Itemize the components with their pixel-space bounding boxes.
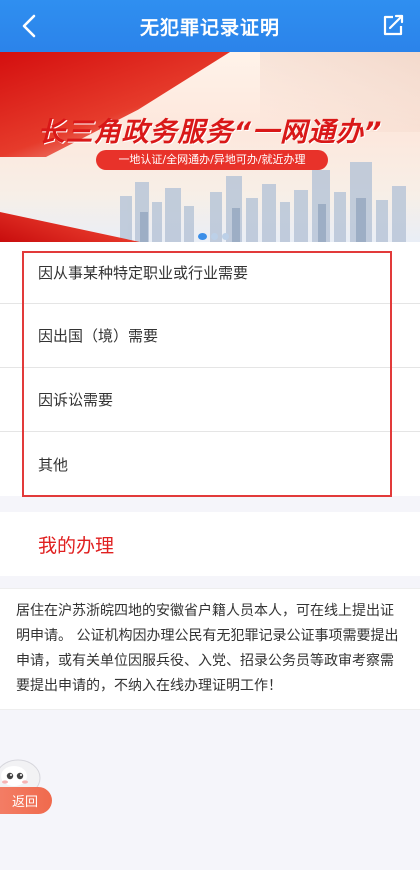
- reason-item-occupation[interactable]: 因从事某种特定职业或行业需要: [0, 242, 420, 304]
- reason-list: 因从事某种特定职业或行业需要 因出国（境）需要 因诉讼需要 其他: [0, 242, 420, 496]
- back-button[interactable]: [14, 10, 46, 42]
- carousel-indicator: [198, 233, 229, 240]
- carousel-dot[interactable]: [198, 233, 207, 240]
- banner-subline: 一地认证/全网通办/异地可办/就近办理: [96, 150, 328, 170]
- my-applications-section[interactable]: 我的办理: [0, 512, 420, 576]
- reason-item-going-abroad[interactable]: 因出国（境）需要: [0, 304, 420, 368]
- share-icon: [383, 14, 404, 36]
- top-nav-bar: 无犯罪记录证明: [0, 0, 420, 52]
- reason-label: 其他: [38, 455, 69, 474]
- reason-label: 因出国（境）需要: [38, 327, 159, 345]
- page-title: 无犯罪记录证明: [139, 16, 280, 39]
- reason-label: 因从事某种特定职业或行业需要: [38, 264, 249, 282]
- float-back-button[interactable]: 返回: [0, 787, 52, 814]
- reason-item-litigation[interactable]: 因诉讼需要: [0, 368, 420, 432]
- share-button[interactable]: [378, 11, 408, 41]
- notice-text: 居住在沪苏浙皖四地的安徽省户籍人员本人，可在线上提出证明申请。 公证机构因办理公…: [0, 588, 420, 710]
- carousel-dot[interactable]: [211, 233, 218, 240]
- my-applications-title: 我的办理: [38, 534, 115, 557]
- banner-headline: 长三角政务服务“一网通办”: [37, 117, 383, 148]
- promo-banner[interactable]: 长三角政务服务“一网通办” 一地认证/全网通办/异地可办/就近办理: [0, 52, 420, 242]
- reason-item-other[interactable]: 其他: [0, 432, 420, 496]
- reason-label: 因诉讼需要: [38, 391, 114, 409]
- chevron-left-icon: [22, 14, 36, 38]
- carousel-dot[interactable]: [222, 233, 229, 240]
